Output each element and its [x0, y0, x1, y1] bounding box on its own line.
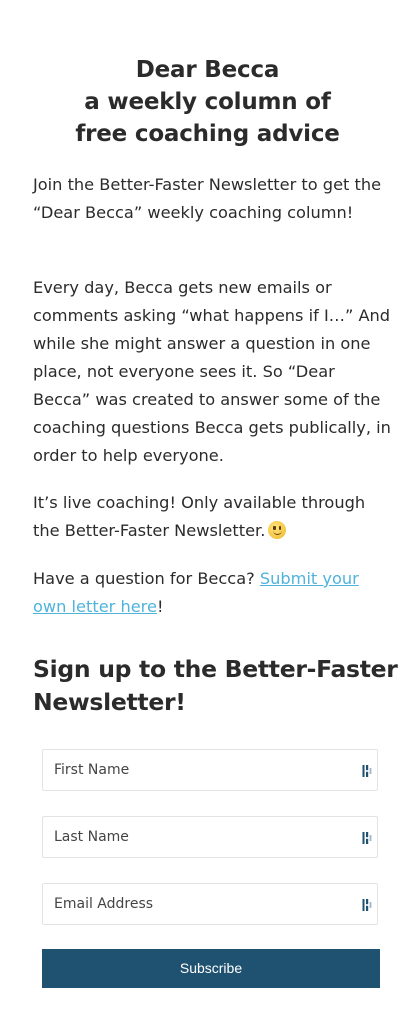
email-field-wrapper — [42, 883, 378, 925]
page-title-line-2: a weekly column of — [84, 89, 331, 115]
page-title: Dear Becca a weekly column of free coach… — [0, 54, 415, 150]
live-coaching-paragraph: It’s live coaching! Only available throu… — [33, 489, 393, 545]
email-input[interactable] — [43, 884, 377, 924]
live-coaching-text: It’s live coaching! Only available throu… — [33, 493, 366, 540]
question-suffix: ! — [156, 597, 164, 616]
password-manager-icon[interactable] — [362, 831, 372, 845]
last-name-field-wrapper — [42, 816, 378, 858]
password-manager-icon[interactable] — [362, 764, 372, 778]
last-name-input[interactable] — [43, 817, 377, 857]
password-manager-icon[interactable] — [362, 898, 372, 912]
question-paragraph: Have a question for Becca? Submit your o… — [33, 565, 393, 621]
first-name-input[interactable] — [43, 750, 377, 790]
subscribe-button[interactable]: Subscribe — [42, 949, 380, 988]
question-prefix: Have a question for Becca? — [33, 569, 260, 588]
smiley-face-icon — [268, 521, 287, 539]
description-paragraph: Every day, Becca gets new emails or comm… — [33, 278, 391, 465]
signup-heading: Sign up to the Better-Faster Newsletter! — [33, 655, 398, 716]
intro-paragraph: Join the Better-Faster Newsletter to get… — [33, 175, 382, 222]
first-name-field-wrapper — [42, 749, 378, 791]
page-title-line-3: free coaching advice — [75, 121, 340, 147]
page-title-line-1: Dear Becca — [135, 57, 280, 83]
newsletter-page: Dear Becca a weekly column of free coach… — [0, 0, 415, 1023]
